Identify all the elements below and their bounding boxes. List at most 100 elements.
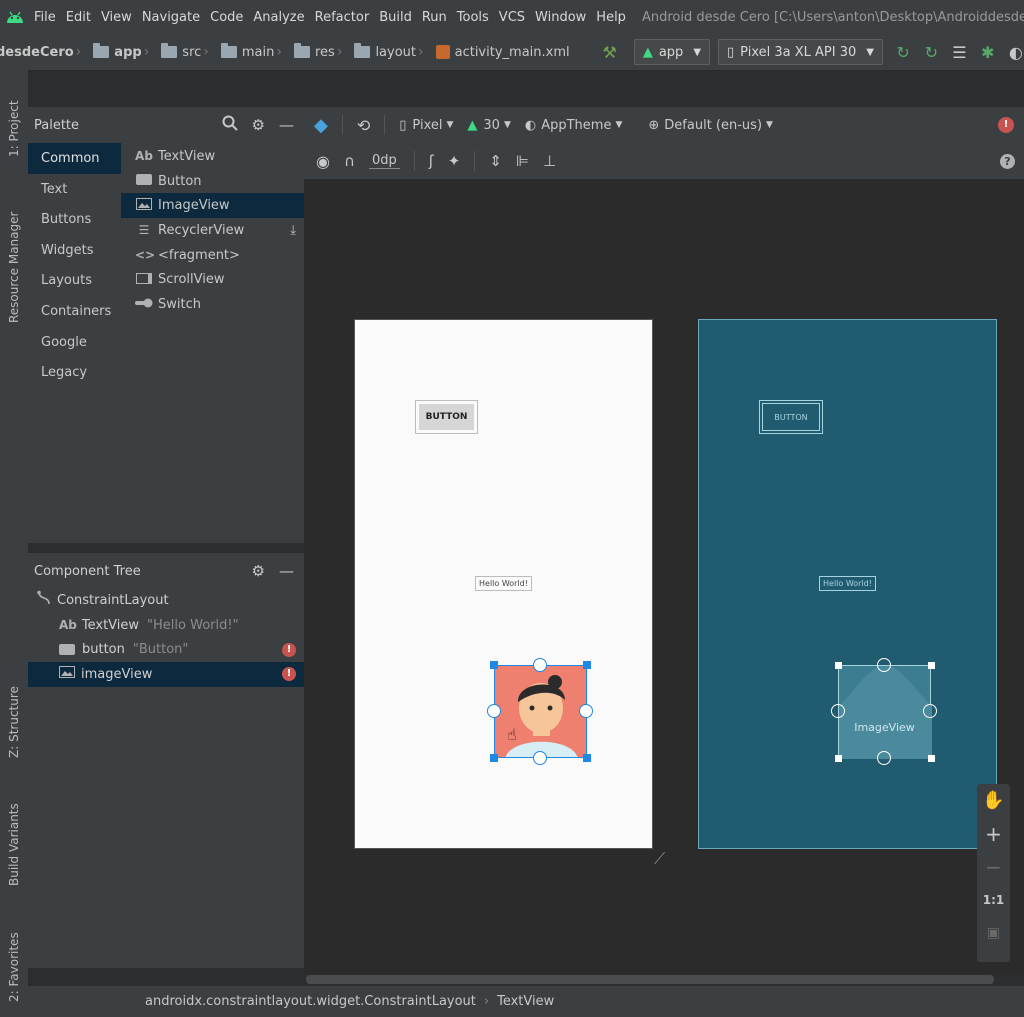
minimize-icon[interactable]: — bbox=[279, 562, 294, 580]
horizontal-scrollbar[interactable] bbox=[306, 975, 994, 984]
menu-vcs[interactable]: VCS bbox=[499, 10, 525, 25]
pack-icon[interactable]: ⇕ bbox=[489, 152, 502, 170]
error-icon[interactable]: ! bbox=[282, 667, 296, 682]
constraint-anchor-top[interactable] bbox=[533, 658, 547, 672]
imageview-preview[interactable] bbox=[494, 665, 587, 758]
constraint-anchor-left[interactable] bbox=[831, 704, 845, 718]
zoom-fit-icon[interactable]: ▣ bbox=[977, 916, 1010, 949]
constraint-anchor-right[interactable] bbox=[923, 704, 937, 718]
error-icon[interactable]: ! bbox=[998, 117, 1014, 133]
minimize-icon[interactable]: — bbox=[279, 116, 294, 134]
download-icon[interactable]: ⤓ bbox=[290, 223, 296, 238]
theme-dropdown[interactable]: ◐ AppTheme ▼ bbox=[525, 118, 623, 133]
gear-icon[interactable]: ⚙ bbox=[252, 116, 265, 134]
breadcrumb-project[interactable]: desdeCero › bbox=[0, 44, 87, 60]
palette-item-fragment[interactable]: <> <fragment> bbox=[121, 243, 304, 268]
menu-help[interactable]: Help bbox=[596, 10, 626, 25]
menu-run[interactable]: Run bbox=[422, 10, 447, 25]
palette-category-widgets[interactable]: Widgets bbox=[28, 235, 121, 266]
menu-file[interactable]: File bbox=[34, 10, 56, 25]
menu-window[interactable]: Window bbox=[535, 10, 586, 25]
pan-hand-icon[interactable]: ✋ bbox=[977, 784, 1010, 817]
resize-handle[interactable] bbox=[583, 661, 591, 669]
tree-node-imageview[interactable]: imageView ! bbox=[28, 662, 304, 687]
constraint-anchor-top[interactable] bbox=[877, 658, 891, 672]
constraint-anchor-bottom[interactable] bbox=[877, 751, 891, 765]
device-dropdown[interactable]: ▯ Pixel ▼ bbox=[399, 118, 453, 133]
search-icon[interactable] bbox=[222, 115, 238, 135]
eye-icon[interactable]: ◉ bbox=[316, 152, 330, 171]
breadcrumb-app[interactable]: app › bbox=[93, 43, 155, 60]
button-preview[interactable]: BUTTON bbox=[415, 400, 478, 434]
breadcrumb-layout[interactable]: layout › bbox=[354, 43, 429, 60]
layers-design-icon[interactable]: ◆ bbox=[314, 115, 328, 136]
resize-handle[interactable] bbox=[835, 662, 842, 669]
constraint-anchor-right[interactable] bbox=[579, 704, 593, 718]
status-current[interactable]: TextView bbox=[497, 994, 554, 1009]
guidelines-icon[interactable]: ⊥ bbox=[543, 152, 556, 170]
palette-item-textview[interactable]: Ab TextView bbox=[121, 144, 304, 169]
hello-world-text[interactable]: Hello World! bbox=[475, 576, 532, 591]
menu-navigate[interactable]: Navigate bbox=[142, 10, 200, 25]
orientation-icon[interactable]: ⟲ bbox=[357, 116, 370, 135]
breadcrumb-res[interactable]: res › bbox=[293, 43, 348, 60]
design-preview-screen[interactable]: BUTTON Hello World! ☝ bbox=[354, 319, 653, 849]
palette-item-button[interactable]: Button bbox=[121, 169, 304, 194]
debug-bug-icon[interactable]: ✱ bbox=[980, 43, 996, 62]
zoom-in-icon[interactable]: + bbox=[977, 817, 1010, 850]
palette-item-recyclerview[interactable]: ☰ RecyclerView ⤓ bbox=[121, 218, 304, 243]
palette-category-layouts[interactable]: Layouts bbox=[28, 265, 121, 296]
breadcrumb-src[interactable]: src › bbox=[161, 43, 215, 60]
resource-manager-tab[interactable]: Resource Manager bbox=[4, 188, 24, 323]
clear-constraints-icon[interactable]: ʃ bbox=[429, 152, 434, 170]
run-config-select[interactable]: ▲ app ▼ bbox=[633, 39, 711, 65]
hammer-build-icon[interactable]: ⚒ bbox=[602, 43, 618, 62]
menu-analyze[interactable]: Analyze bbox=[253, 10, 304, 25]
imageview-blueprint[interactable]: ImageView bbox=[838, 665, 932, 759]
palette-item-switch[interactable]: Switch bbox=[121, 292, 304, 317]
build-variants-tab[interactable]: Build Variants bbox=[4, 786, 24, 886]
palette-category-google[interactable]: Google bbox=[28, 327, 121, 358]
zoom-out-icon[interactable]: − bbox=[977, 850, 1010, 883]
blueprint-preview-screen[interactable]: BUTTON Hello World! ImageView bbox=[698, 319, 997, 849]
status-path[interactable]: androidx.constraintlayout.widget.Constra… bbox=[145, 994, 476, 1009]
menu-build[interactable]: Build bbox=[379, 10, 412, 25]
resize-corner-icon[interactable]: ⟋ bbox=[654, 849, 665, 869]
menu-view[interactable]: View bbox=[101, 10, 132, 25]
zoom-actual-size-button[interactable]: 1:1 bbox=[977, 883, 1010, 916]
palette-item-imageview[interactable]: ImageView bbox=[121, 193, 304, 219]
apply-code-changes-icon[interactable]: ↻ bbox=[923, 43, 939, 62]
hello-world-blueprint[interactable]: Hello World! bbox=[819, 576, 876, 591]
palette-category-common[interactable]: Common bbox=[28, 143, 121, 174]
project-tab[interactable]: 1: Project bbox=[4, 82, 24, 157]
align-icon[interactable]: ⊫ bbox=[516, 152, 529, 170]
tree-node-button[interactable]: button "Button" ! bbox=[28, 637, 304, 662]
tree-node-constraintlayout[interactable]: ConstraintLayout bbox=[28, 588, 304, 613]
resize-handle[interactable] bbox=[928, 662, 935, 669]
constraint-anchor-bottom[interactable] bbox=[533, 751, 547, 765]
palette-category-buttons[interactable]: Buttons bbox=[28, 204, 121, 235]
infer-constraints-icon[interactable]: ✦ bbox=[448, 152, 461, 170]
palette-category-text[interactable]: Text bbox=[28, 174, 121, 205]
locale-dropdown[interactable]: ⊕ Default (en-us) ▼ bbox=[648, 118, 773, 133]
breadcrumb-file[interactable]: activity_main.xml bbox=[435, 45, 570, 60]
apply-changes-icon[interactable]: ↻ bbox=[895, 43, 911, 62]
resize-handle[interactable] bbox=[583, 754, 591, 762]
api-dropdown[interactable]: ▲ 30 ▼ bbox=[467, 118, 510, 133]
menu-code[interactable]: Code bbox=[210, 10, 243, 25]
gear-icon[interactable]: ⚙ bbox=[252, 562, 265, 580]
constraint-anchor-left[interactable] bbox=[487, 704, 501, 718]
breadcrumb-main[interactable]: main › bbox=[220, 43, 288, 60]
device-select[interactable]: ▯ Pixel 3a XL API 30 ▼ bbox=[718, 39, 883, 65]
default-margin-field[interactable]: 0dp bbox=[368, 153, 400, 169]
logcat-icon[interactable]: ☰ bbox=[951, 43, 967, 62]
palette-category-containers[interactable]: Containers bbox=[28, 296, 121, 327]
structure-tab[interactable]: Z: Structure bbox=[4, 668, 24, 758]
profiler-icon[interactable]: ◐ bbox=[1008, 43, 1024, 62]
menu-tools[interactable]: Tools bbox=[457, 10, 489, 25]
resize-handle[interactable] bbox=[835, 755, 842, 762]
favorites-tab[interactable]: 2: Favorites bbox=[4, 912, 24, 1002]
help-icon[interactable]: ? bbox=[1000, 153, 1015, 169]
menu-edit[interactable]: Edit bbox=[66, 10, 91, 25]
palette-item-scrollview[interactable]: ScrollView bbox=[121, 267, 304, 292]
